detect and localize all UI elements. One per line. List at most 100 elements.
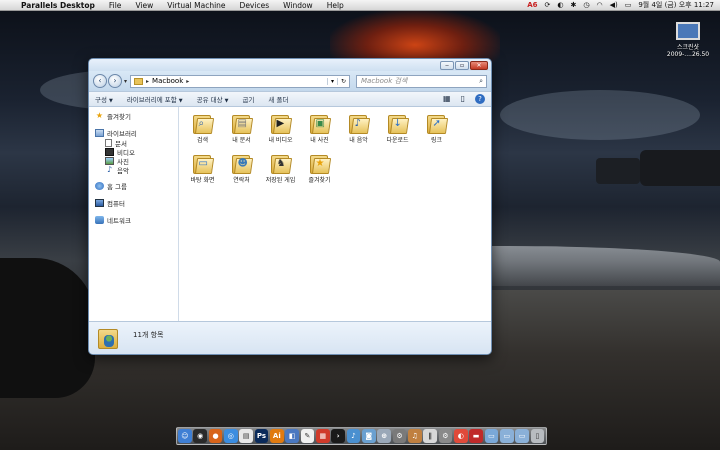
dock-finder-icon[interactable]: ☺	[178, 429, 192, 443]
organize-button[interactable]: 구성 ▼	[95, 94, 113, 104]
new-folder-button[interactable]: 새 폴더	[268, 94, 288, 104]
address-bar[interactable]: ▸ Macbook ▸ ▾ ↻	[130, 74, 351, 88]
folder-item[interactable]: ▭ 바탕 화면	[183, 153, 222, 193]
help-icon[interactable]: ?	[475, 94, 485, 104]
dock-garageband-icon[interactable]: ♫	[407, 429, 422, 443]
forward-button[interactable]: ›	[108, 74, 122, 88]
wallpaper-cloud	[500, 90, 700, 140]
folder-item[interactable]: ⌕ 검색	[183, 113, 222, 153]
desktop-file-screenshot[interactable]: 스크린샷 2009-....26.50	[662, 22, 714, 58]
minimize-button[interactable]: ‒	[440, 61, 454, 70]
star-icon: ★	[308, 153, 332, 175]
dock-preferences-icon[interactable]: ⚙	[392, 429, 407, 443]
folder-label: 즐겨찾기	[308, 177, 331, 184]
address-dropdown-icon[interactable]: ▾	[326, 77, 337, 85]
dock-calendar-icon[interactable]: ▦	[315, 429, 330, 443]
folder-item[interactable]: ↓ 다운로드	[378, 113, 417, 153]
back-button[interactable]: ‹	[93, 74, 107, 88]
folder-item[interactable]: ▤ 내 문서	[222, 113, 261, 153]
close-button[interactable]: ✕	[470, 61, 488, 70]
folder-item[interactable]: ▣ 내 사진	[300, 113, 339, 153]
folder-item[interactable]: ★ 즐겨찾기	[300, 153, 339, 193]
menu-help[interactable]: Help	[320, 1, 351, 10]
folder-item[interactable]: ♪ 내 음악	[339, 113, 378, 153]
nav-library-pictures[interactable]: 사진	[95, 156, 178, 166]
folder-item[interactable]: ☻ 연락처	[222, 153, 261, 193]
growl-icon[interactable]: ◐	[557, 1, 563, 9]
nav-computer[interactable]: 컴퓨터	[95, 198, 178, 208]
time-machine-icon[interactable]: ◷	[583, 1, 589, 9]
dock-chrome-icon[interactable]: ◐	[453, 429, 468, 443]
address-chevron-icon[interactable]: ▸	[186, 78, 189, 85]
dock-preview-icon[interactable]: ◧	[285, 429, 300, 443]
dock-illustrator-icon[interactable]: Ai	[269, 429, 284, 443]
include-in-library-button[interactable]: 라이브러리에 포함 ▼	[127, 94, 183, 104]
menu-clock[interactable]: 9월 4일 (금) 오후 11:27	[638, 0, 714, 10]
folder-item[interactable]: ▶ 내 비디오	[261, 113, 300, 153]
volume-icon[interactable]: ◀)	[610, 1, 618, 9]
search-placeholder: Macbook 검색	[361, 77, 408, 85]
menu-devices[interactable]: Devices	[233, 1, 277, 10]
menu-time: 11:27	[693, 1, 714, 9]
adobe-updater-icon[interactable]: A6	[527, 1, 537, 9]
window-titlebar[interactable]: ‒ ▫ ✕	[89, 59, 491, 71]
window-body: ★ 즐겨찾기 라이브러리 문서 비디오 사진 ♪ 음악 홈 그룹 컴퓨터 네트워…	[89, 107, 491, 321]
navigation-pane: ★ 즐겨찾기 라이브러리 문서 비디오 사진 ♪ 음악 홈 그룹 컴퓨터 네트워…	[89, 107, 179, 321]
maximize-button[interactable]: ▫	[455, 61, 469, 70]
preview-pane-icon[interactable]: ▯	[461, 94, 465, 104]
user-folder-icon	[97, 327, 121, 351]
dock-photoshop-icon[interactable]: Ps	[254, 429, 269, 443]
dock-app-folder-icon[interactable]: ▭	[484, 429, 499, 443]
search-box[interactable]: Macbook 검색 ⌕	[356, 74, 487, 88]
dock-ical-icon[interactable]: ▤	[239, 429, 254, 443]
address-chevron-icon[interactable]: ▸	[146, 78, 149, 85]
dock-parallels-icon[interactable]: ∥	[423, 429, 437, 443]
dock-safari-icon[interactable]: ◎	[223, 429, 238, 443]
dock-downloads-folder-icon[interactable]: ▭	[515, 429, 529, 443]
share-with-button[interactable]: 공유 대상 ▼	[197, 94, 229, 104]
link-icon: ➚	[425, 113, 449, 135]
refresh-icon[interactable]: ↻	[336, 77, 349, 85]
bluetooth-icon[interactable]: ✱	[570, 1, 576, 9]
folder-item[interactable]: ➚ 링크	[417, 113, 456, 153]
folder-item[interactable]: ♞ 저장된 게임	[261, 153, 300, 193]
dock-textedit-icon[interactable]: ✎	[300, 429, 315, 443]
dock-network-utility-icon[interactable]: ⊕	[377, 429, 391, 443]
folder-label: 검색	[196, 137, 209, 144]
search-icon: ⌕	[191, 113, 215, 135]
dock-terminal-icon[interactable]: ›	[331, 429, 346, 443]
menu-view[interactable]: View	[128, 1, 160, 10]
dock-dashboard-icon[interactable]: ◉	[193, 429, 208, 443]
menu-window[interactable]: Window	[276, 1, 320, 10]
menu-app-name[interactable]: Parallels Desktop	[18, 1, 102, 10]
nav-homegroup[interactable]: 홈 그룹	[95, 181, 178, 191]
folder-label: 내 사진	[310, 137, 329, 144]
adobe-badge: 6	[532, 1, 538, 9]
nav-library-music[interactable]: ♪ 음악	[95, 165, 178, 175]
change-view-icon[interactable]: ▦	[443, 94, 451, 104]
dock-firefox-icon[interactable]: ●	[208, 429, 223, 443]
dock-iphoto-icon[interactable]: ◙	[361, 429, 376, 443]
video-icon: ▶	[269, 113, 293, 135]
dock-itunes-icon[interactable]: ♪	[346, 429, 361, 443]
address-path[interactable]: Macbook	[152, 77, 183, 85]
star-icon: ★	[95, 111, 104, 120]
sync-icon[interactable]: ⟳	[545, 1, 551, 9]
dock-windows-vm-icon[interactable]: ▬	[469, 429, 483, 443]
nav-network[interactable]: 네트워크	[95, 215, 178, 225]
nav-libraries[interactable]: 라이브러리	[95, 128, 178, 138]
menu-virtual-machine[interactable]: Virtual Machine	[160, 1, 232, 10]
dock-system-prefs-icon[interactable]: ⚙	[438, 429, 453, 443]
nav-library-documents[interactable]: 문서	[95, 138, 178, 148]
nav-favorites[interactable]: ★ 즐겨찾기	[95, 111, 178, 122]
dock-documents-folder-icon[interactable]: ▭	[499, 429, 514, 443]
nav-library-videos[interactable]: 비디오	[95, 147, 178, 157]
dock-trash-icon[interactable]: ▯	[530, 429, 545, 443]
menu-file[interactable]: File	[102, 1, 129, 10]
download-icon: ↓	[386, 113, 410, 135]
search-icon[interactable]: ⌕	[479, 77, 483, 86]
recent-pages-dropdown-icon[interactable]: ▾	[124, 78, 127, 85]
wifi-icon[interactable]: ◠	[596, 1, 602, 9]
burn-button[interactable]: 굽기	[242, 94, 254, 104]
battery-icon[interactable]: ▭	[625, 1, 632, 9]
